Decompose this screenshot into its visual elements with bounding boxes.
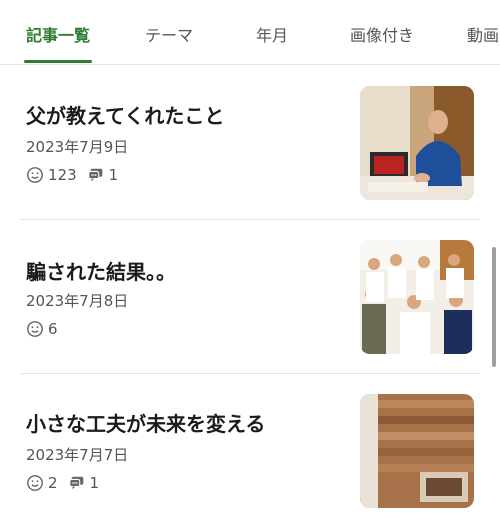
tab-bar: 記事一覧 テーマ 年月 画像付き 動画	[0, 0, 500, 65]
article-date: 2023年7月9日	[26, 138, 129, 156]
article-thumbnail[interactable]	[360, 86, 474, 200]
article-title[interactable]: 騙された結果。。	[26, 256, 176, 285]
article-item[interactable]: 小さな工夫が未来を変える 2023年7月7日 2 1	[0, 374, 480, 528]
active-tab-indicator	[24, 60, 92, 63]
tab-year-month[interactable]: 年月	[256, 22, 288, 46]
man-in-blue-shirt-photo	[360, 86, 474, 200]
comment-stat: 1	[68, 474, 100, 492]
like-stat: 2	[26, 474, 58, 492]
group-photo	[360, 240, 474, 354]
article-title[interactable]: 小さな工夫が未来を変える	[26, 408, 265, 437]
article-thumbnail[interactable]	[360, 240, 474, 354]
tab-videos[interactable]: 動画	[467, 22, 499, 46]
comment-count: 1	[108, 166, 119, 184]
article-item[interactable]: 騙された結果。。 2023年7月8日 6	[0, 220, 480, 374]
article-stats: 123 1	[26, 166, 118, 184]
like-stat: 123	[26, 166, 77, 184]
tab-article-list[interactable]: 記事一覧	[26, 22, 90, 46]
comment-stat: 1	[87, 166, 119, 184]
smile-icon	[27, 167, 43, 183]
article-stats: 2 1	[26, 474, 99, 492]
scrollbar[interactable]	[492, 247, 496, 367]
smile-icon	[27, 475, 43, 491]
article-date: 2023年7月7日	[26, 446, 129, 464]
like-count: 2	[48, 474, 58, 492]
tab-with-images[interactable]: 画像付き	[350, 22, 414, 46]
tab-theme[interactable]: テーマ	[145, 22, 193, 46]
article-title[interactable]: 父が教えてくれたこと	[26, 100, 224, 129]
article-item[interactable]: 父が教えてくれたこと 2023年7月9日 123 1	[0, 66, 480, 220]
article-date: 2023年7月8日	[26, 292, 129, 310]
comment-count: 1	[89, 474, 100, 492]
comment-icon	[87, 168, 102, 182]
article-thumbnail[interactable]	[360, 394, 474, 508]
like-stat: 6	[26, 320, 58, 338]
wooden-wall-photo	[360, 394, 474, 508]
comment-icon	[68, 476, 83, 490]
like-count: 6	[48, 320, 58, 338]
smile-icon	[27, 321, 43, 337]
article-stats: 6	[26, 320, 58, 338]
like-count: 123	[48, 166, 77, 184]
